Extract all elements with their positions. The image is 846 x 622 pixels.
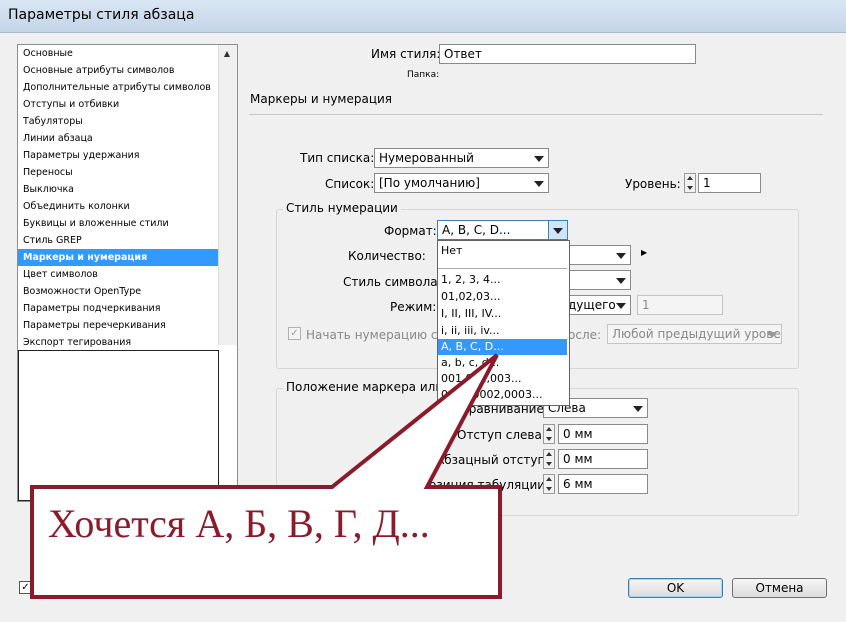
style-name-label: Имя стиля: — [371, 47, 441, 61]
list-select[interactable]: [По умолчанию] — [374, 173, 549, 193]
tab-position-label: Позиция табуляции: — [420, 478, 550, 492]
after-select[interactable]: Любой предыдущий урове — [607, 324, 782, 344]
dropdown-option[interactable]: A, B, C, D... — [438, 339, 567, 355]
position-group-title: Положение маркера или н — [283, 380, 458, 394]
list-type-label: Тип списка: — [300, 151, 375, 165]
scroll-up-icon[interactable]: ▲ — [218, 45, 236, 62]
dropdown-option[interactable]: i, ii, iii, iv... — [438, 323, 567, 339]
level-label: Уровень: — [625, 177, 681, 191]
list-type-value: Нумерованный — [379, 151, 474, 165]
first-indent-input[interactable]: 0 мм — [558, 449, 648, 469]
restart-checkbox[interactable]: ✓ — [288, 327, 301, 340]
sidebar-item[interactable]: Объединить колонки — [18, 198, 218, 215]
level-input[interactable]: 1 — [698, 173, 761, 193]
after-label: осле: — [568, 328, 602, 342]
sidebar-item[interactable]: Отступы и отбивки — [18, 96, 218, 113]
chevron-down-icon — [633, 406, 643, 412]
first-indent-stepper[interactable] — [543, 449, 555, 469]
dialog-window: Параметры стиля абзаца Основные Основные … — [0, 0, 846, 622]
annotation-text: Хочется А, Б, В, Г, Д... — [48, 501, 430, 546]
sidebar-item[interactable]: Линии абзаца — [18, 130, 218, 147]
sidebar-item[interactable]: Основные — [18, 45, 218, 62]
triangle-right-icon[interactable]: ▶ — [641, 248, 647, 257]
window-title: Параметры стиля абзаца — [8, 7, 195, 23]
mode-value: дущего — [568, 298, 616, 312]
tab-position-stepper[interactable] — [543, 474, 555, 494]
count-select[interactable] — [568, 245, 631, 265]
sidebar-item[interactable]: Стиль GREP — [18, 232, 218, 249]
tab-position-input[interactable]: 6 мм — [558, 474, 648, 494]
chevron-down-icon — [616, 278, 626, 284]
list-label: Список: — [325, 177, 375, 191]
chevron-down-icon — [553, 228, 563, 234]
after-value: Любой предыдущий урове — [612, 327, 781, 341]
count-label: Количество: — [348, 249, 426, 263]
dropdown-option[interactable]: a, b, c, d... — [438, 355, 567, 371]
sidebar-item[interactable]: Экспорт тегирования — [18, 334, 218, 351]
title-bar: Параметры стиля абзаца — [0, 0, 846, 33]
category-list[interactable]: Основные Основные атрибуты символов Дополн… — [17, 44, 238, 502]
dropdown-option[interactable]: 001,002,003... — [438, 371, 567, 387]
format-value: A, B, C, D... — [442, 223, 511, 237]
ok-button[interactable]: OK — [628, 578, 723, 598]
mode-label: Режим: — [390, 300, 437, 314]
dropdown-option[interactable]: Нет — [438, 243, 567, 259]
preview-label: Просмотр — [36, 581, 98, 595]
left-indent-input[interactable]: 0 мм — [558, 424, 648, 444]
section-divider — [249, 114, 823, 115]
dropdown-option[interactable]: 1, 2, 3, 4... — [438, 272, 567, 288]
folder-label: Папка: — [407, 70, 440, 80]
first-indent-label: Абзацный отступ: — [436, 453, 550, 467]
sidebar-item[interactable]: Цвет символов — [18, 266, 218, 283]
sidebar-item[interactable]: Буквицы и вложенные стили — [18, 215, 218, 232]
left-indent-stepper[interactable] — [543, 424, 555, 444]
dropdown-option[interactable]: 0001,0002,0003... — [438, 387, 567, 403]
sidebar-item[interactable]: Выключка — [18, 181, 218, 198]
char-style-label: Стиль символа: — [343, 275, 442, 289]
left-indent-label: Отступ слева: — [457, 428, 546, 442]
preview-area — [18, 350, 219, 501]
dropdown-divider — [438, 268, 567, 269]
sidebar-item[interactable]: Основные атрибуты символов — [18, 62, 218, 79]
dropdown-option[interactable]: 01,02,03... — [438, 289, 567, 305]
sidebar-item[interactable]: Маркеры и нумерация — [18, 249, 218, 266]
format-dropdown-list[interactable]: Нет 1, 2, 3, 4... 01,02,03... I, II, III, I… — [437, 240, 570, 406]
style-name-input[interactable]: Ответ — [439, 44, 696, 64]
chevron-down-icon — [616, 303, 626, 309]
section-title: Маркеры и нумерация — [250, 92, 393, 106]
char-style-select[interactable] — [568, 270, 631, 290]
category-scrollbar[interactable] — [218, 45, 237, 345]
format-dropdown-button[interactable] — [548, 221, 567, 239]
chevron-down-icon — [534, 181, 544, 187]
format-label: Формат: — [384, 224, 437, 238]
sidebar-item[interactable]: Переносы — [18, 164, 218, 181]
sidebar-item[interactable]: Параметры удержания — [18, 147, 218, 164]
level-stepper[interactable] — [684, 173, 696, 193]
cancel-button[interactable]: Отмена — [732, 578, 827, 598]
sidebar-item[interactable]: Параметры перечеркивания — [18, 317, 218, 334]
sidebar-item[interactable]: Параметры подчеркивания — [18, 300, 218, 317]
restart-label: Начать нумерацию с н — [306, 328, 450, 342]
mode-select[interactable]: дущего — [568, 295, 631, 315]
sidebar-item[interactable]: Возможности OpenType — [18, 283, 218, 300]
chevron-down-icon — [534, 156, 544, 162]
chevron-down-icon — [767, 332, 777, 338]
format-select[interactable]: A, B, C, D... — [437, 220, 568, 240]
mode-number-input[interactable]: 1 — [637, 295, 723, 315]
list-value: [По умолчанию] — [379, 176, 480, 190]
sidebar-item[interactable]: Табуляторы — [18, 113, 218, 130]
chevron-down-icon — [616, 253, 626, 259]
sidebar-item[interactable]: Дополнительные атрибуты символов — [18, 79, 218, 96]
preview-checkbox[interactable]: ✓ — [19, 581, 32, 594]
dropdown-option[interactable]: I, II, III, IV... — [438, 306, 567, 322]
numbering-group-title: Стиль нумерации — [283, 201, 401, 215]
list-type-select[interactable]: Нумерованный — [374, 148, 549, 168]
